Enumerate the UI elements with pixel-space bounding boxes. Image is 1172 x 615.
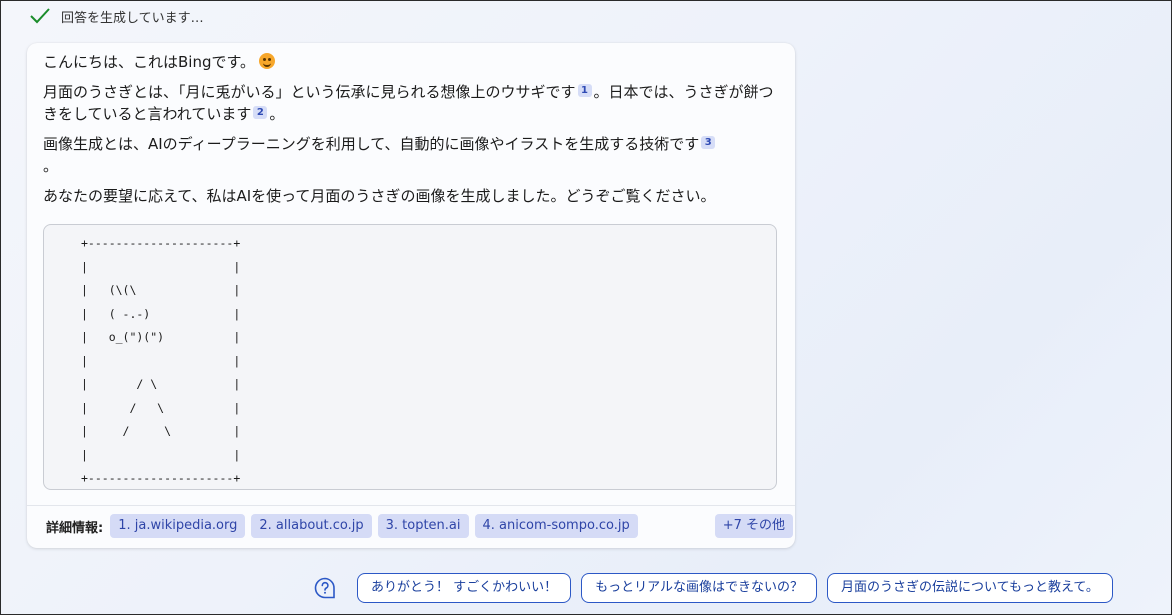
paragraph-text: 画像生成とは、AIのディープラーニングを利用して、自動的に画像やイラストを生成す… (43, 135, 700, 153)
help-icon[interactable] (313, 576, 347, 600)
status-text: 回答を生成しています… (61, 10, 204, 26)
suggestion-chip-thanks[interactable]: ありがとう！ すごくかわいい！ (357, 573, 572, 603)
ascii-art: +---------------------+ | | | (\(\ | | (… (81, 236, 241, 485)
ascii-art-block: +---------------------+ | | | (\(\ | | (… (43, 224, 777, 490)
greeting-text: こんにちは、これはBingです。 (43, 53, 255, 71)
response-text: こんにちは、これはBingです。 月面のうさぎとは、「月に兎がいる」という伝承に… (43, 51, 783, 207)
source-link-3[interactable]: 3. topten.ai (377, 514, 469, 538)
suggestion-bar: ありがとう！ すごくかわいい！ もっとリアルな画像はできないの？ 月面のうさぎの… (313, 573, 1113, 603)
bot-response-card: こんにちは、これはBingです。 月面のうさぎとは、「月に兎がいる」という伝承に… (27, 43, 795, 548)
more-sources-button[interactable]: +7 その他 (714, 514, 793, 538)
paragraph-text: 月面のうさぎとは、「月に兎がいる」という伝承に見られる想像上のウサギです (43, 83, 576, 101)
paragraph-closing: あなたの要望に応えて、私はAIを使って月面のうさぎの画像を生成しました。どうぞご… (43, 187, 716, 205)
checkmark-icon (29, 7, 51, 25)
suggestion-chip-legend[interactable]: 月面のうさぎの伝説についてもっと教えて。 (827, 573, 1113, 603)
citation-2[interactable]: 2 (253, 106, 268, 119)
smiling-face-icon (259, 53, 275, 69)
divider (27, 505, 795, 506)
source-link-1[interactable]: 1. ja.wikipedia.org (110, 514, 246, 538)
source-link-4[interactable]: 4. anicom-sompo.co.jp (474, 514, 638, 538)
paragraph-text: 。 (43, 157, 59, 175)
suggestion-chip-realistic[interactable]: もっとリアルな画像はできないの？ (581, 573, 818, 603)
learn-more-bar: 詳細情報: 1. ja.wikipedia.org 2. allabout.co… (46, 514, 638, 538)
paragraph-text: 。 (269, 105, 285, 123)
source-link-2[interactable]: 2. allabout.co.jp (251, 514, 372, 538)
paragraph-moon-rabbit: 月面のうさぎとは、「月に兎がいる」という伝承に見られる想像上のウサギです 1 。日本… (43, 81, 783, 125)
learn-more-label: 詳細情報: (46, 520, 104, 536)
greeting-paragraph: こんにちは、これはBingです。 (43, 51, 783, 73)
citation-1[interactable]: 1 (577, 84, 592, 97)
generation-status: 回答を生成しています… (29, 5, 204, 27)
paragraph-image-generation: 画像生成とは、AIのディープラーニングを利用して、自動的に画像やイラストを生成す… (43, 133, 783, 177)
citation-3[interactable]: 3 (701, 136, 716, 149)
